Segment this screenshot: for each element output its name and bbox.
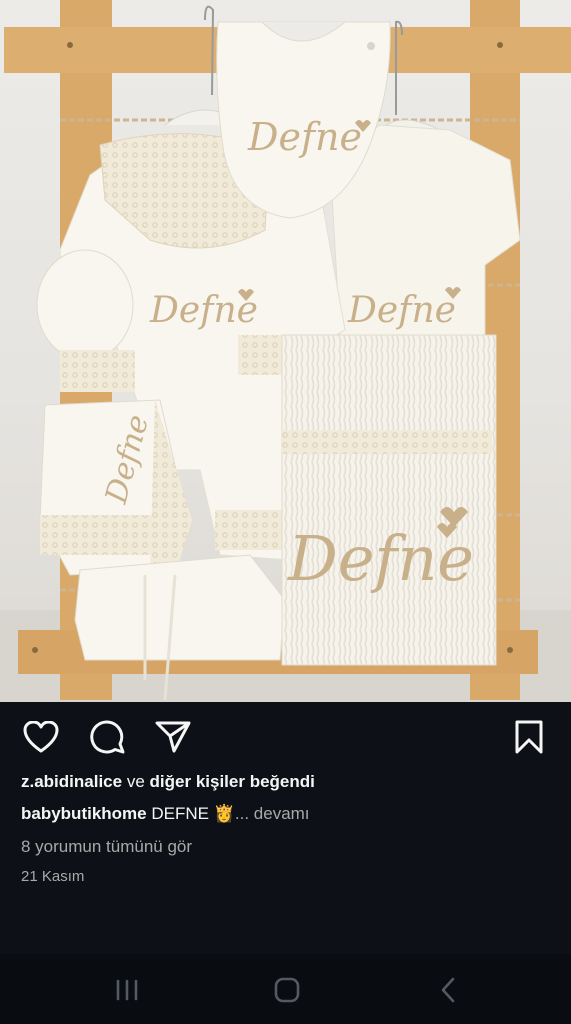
caption-text: DEFNE [151, 804, 209, 823]
likes-conjunction: ve [126, 772, 145, 791]
caption-more-link[interactable]: ... devamı [235, 804, 310, 823]
home-icon[interactable] [267, 972, 307, 1008]
send-icon[interactable] [154, 718, 192, 756]
liker-username[interactable]: z.abidinalice [21, 772, 122, 791]
back-icon[interactable] [428, 972, 468, 1008]
post-date: 21 Kasım [21, 868, 85, 885]
bookmark-icon[interactable] [510, 718, 548, 756]
shirt-embroidery: Defne [347, 290, 456, 331]
heart-icon[interactable] [22, 718, 60, 756]
author-username[interactable]: babybutikhome [21, 804, 147, 823]
caption: babybutikhome DEFNE 👸... devamı [21, 802, 551, 826]
system-navigation-bar [0, 954, 571, 1024]
post-caption-area: z.abidinalice ve diğer kişiler beğendi b… [21, 770, 551, 888]
post-photo[interactable]: Defne Defne Defne Defne Defne [0, 0, 571, 702]
baby-clothes-illustration: Defne Defne Defne Defne Defne [0, 0, 571, 702]
view-comments-link[interactable]: 8 yorumun tümünü gör [21, 835, 551, 859]
bib-embroidery: Defne [247, 115, 362, 159]
likes-others[interactable]: diğer kişiler beğendi [150, 772, 315, 791]
post-action-bar [0, 702, 571, 772]
jumpsuit-embroidery: Defne [149, 290, 258, 331]
caption-emoji: 👸 [213, 804, 235, 823]
comment-icon[interactable] [88, 718, 126, 756]
recent-apps-icon[interactable] [107, 972, 147, 1008]
likes-summary[interactable]: z.abidinalice ve diğer kişiler beğendi [21, 770, 551, 794]
